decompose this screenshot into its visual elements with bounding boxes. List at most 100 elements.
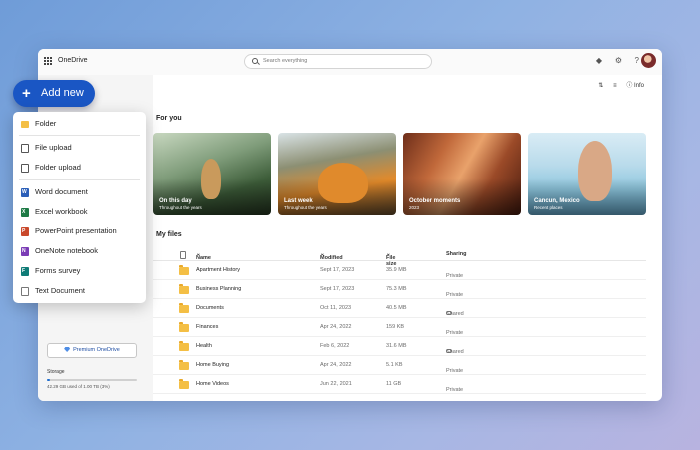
menu-item-label: Forms survey (35, 266, 81, 275)
info-label: Info (633, 83, 644, 89)
file-modified: Oct 11, 2023 (320, 305, 352, 311)
search-icon (252, 58, 258, 64)
file-modified: Apr 24, 2022 (320, 362, 352, 368)
file-upload-icon (21, 144, 29, 153)
menu-item-label: OneNote notebook (35, 246, 98, 255)
file-name[interactable]: Home Buying (196, 362, 229, 368)
column-file-size[interactable]: File size ⌄ (386, 251, 396, 267)
app-launcher-icon[interactable] (44, 57, 52, 65)
excel-icon: X (21, 208, 29, 217)
powerpoint-icon: P (21, 227, 29, 236)
storage-fill (47, 379, 50, 381)
menu-item-label: Word document (35, 187, 88, 196)
diamond-icon (64, 347, 71, 352)
premium-label: Premium OneDrive (73, 347, 120, 353)
add-new-label: Add new (41, 87, 84, 99)
file-size: 5.1 KB (386, 362, 403, 368)
add-new-button[interactable]: + Add new (13, 80, 95, 107)
menu-divider (19, 179, 140, 180)
info-button[interactable]: ⓘ Info (626, 80, 644, 89)
table-row[interactable]: Documents Oct 11, 2023 40.5 MB Shared (153, 299, 646, 318)
menu-item-text-document[interactable]: Text Document (13, 282, 146, 300)
table-row[interactable]: Business Planning Sept 17, 2023 75.3 MB Pri… (153, 280, 646, 299)
card-title: Cancun, Mexico (534, 198, 580, 204)
table-row[interactable]: Finances Apr 24, 2022 159 KB Private (153, 318, 646, 337)
column-modified[interactable]: Modified ⌄ (320, 251, 343, 261)
menu-item-forms[interactable]: F Forms survey (13, 262, 146, 280)
memory-card-on-this-day[interactable]: On this day Throughout the years (153, 133, 271, 215)
folder-icon (179, 284, 189, 294)
my-files-title: My files (156, 231, 182, 238)
forms-icon: F (21, 267, 29, 276)
folder-icon (179, 303, 189, 313)
file-modified: Sept 17, 2023 (320, 267, 355, 273)
search-placeholder: Search everything (263, 58, 308, 64)
file-size: 31.6 MB (386, 343, 407, 349)
photo-figure (578, 141, 612, 201)
menu-item-onenote[interactable]: N OneNote notebook (13, 242, 146, 260)
column-sharing[interactable]: Sharing (446, 251, 466, 257)
search-input[interactable]: Search everything (244, 54, 432, 69)
view-options-icon[interactable]: ≡ (613, 83, 617, 89)
file-size: 75.3 MB (386, 286, 407, 292)
table-row[interactable]: Health Feb 6, 2022 31.6 MB Shared (153, 337, 646, 356)
column-name[interactable]: Name ⌄ (196, 251, 211, 261)
table-header: Name ⌄ Modified ⌄ File size ⌄ Sharing (153, 247, 646, 267)
file-name[interactable]: Documents (196, 305, 224, 311)
menu-item-label: File upload (35, 143, 72, 152)
folder-icon (179, 360, 189, 370)
photo-figure (318, 163, 368, 203)
app-title[interactable]: OneDrive (58, 57, 88, 64)
file-name[interactable]: Apartment History (196, 267, 240, 273)
menu-item-label: PowerPoint presentation (35, 226, 117, 235)
top-bar: OneDrive Search everything ◆ ⚙ ? (38, 49, 662, 75)
memory-card-october-moments[interactable]: October moments 2023 (403, 133, 521, 215)
photo-figure (201, 159, 221, 199)
card-title: On this day (159, 198, 192, 204)
premium-onedrive-button[interactable]: Premium OneDrive (47, 343, 137, 358)
folder-icon (179, 322, 189, 332)
help-icon[interactable]: ? (635, 56, 639, 66)
menu-divider (19, 135, 140, 136)
folder-icon (179, 341, 189, 351)
menu-item-label: Text Document (35, 286, 86, 295)
menu-item-file-upload[interactable]: File upload (13, 139, 146, 157)
file-name[interactable]: Finances (196, 324, 218, 330)
settings-gear-icon[interactable]: ⚙ (615, 56, 622, 66)
table-row[interactable]: Home Buying Apr 24, 2022 5.1 KB Private (153, 356, 646, 375)
table-body: Apartment History Sept 17, 2023 35.9 MB Pri… (153, 261, 646, 394)
premium-diamond-icon[interactable]: ◆ (596, 56, 602, 66)
file-modified: Sept 17, 2023 (320, 286, 355, 292)
view-toolbar: ⇅ ≡ ⓘ Info (590, 80, 644, 92)
table-row[interactable]: Apartment History Sept 17, 2023 35.9 MB Pri… (153, 261, 646, 280)
menu-item-folder-upload[interactable]: Folder upload (13, 159, 146, 177)
storage-detail: 42.29 GB used of 1.00 TB (3%) (47, 384, 110, 389)
file-size: 11 GB (386, 381, 402, 387)
file-size: 40.5 MB (386, 305, 407, 311)
file-name[interactable]: Health (196, 343, 212, 349)
card-subtitle: Throughout the years (159, 205, 202, 210)
folder-upload-icon (21, 164, 29, 173)
memory-card-cancun[interactable]: Cancun, Mexico Recent places (528, 133, 646, 215)
file-name[interactable]: Business Planning (196, 286, 241, 292)
file-size: 159 KB (386, 324, 405, 330)
menu-item-folder[interactable]: Folder (13, 115, 146, 133)
card-subtitle: 2023 (409, 205, 420, 210)
avatar[interactable] (641, 53, 656, 68)
word-icon: W (21, 188, 29, 197)
memory-card-last-week[interactable]: Last week Throughout the years (278, 133, 396, 215)
folder-icon (179, 379, 189, 389)
sort-icon[interactable]: ⇅ (598, 82, 603, 89)
table-row[interactable]: Home Videos Jun 22, 2021 11 GB Private (153, 375, 646, 394)
onenote-icon: N (21, 247, 29, 256)
card-subtitle: Throughout the years (284, 205, 327, 210)
menu-item-word[interactable]: W Word document (13, 183, 146, 201)
menu-item-excel[interactable]: X Excel workbook (13, 203, 146, 221)
folder-icon (179, 265, 189, 275)
file-name[interactable]: Home Videos (196, 381, 229, 387)
add-new-menu: Folder File upload Folder upload W Word … (13, 112, 146, 303)
card-subtitle: Recent places (534, 205, 563, 210)
menu-item-powerpoint[interactable]: P PowerPoint presentation (13, 222, 146, 240)
storage-label: Storage (47, 369, 65, 375)
menu-item-label: Folder (35, 119, 57, 128)
